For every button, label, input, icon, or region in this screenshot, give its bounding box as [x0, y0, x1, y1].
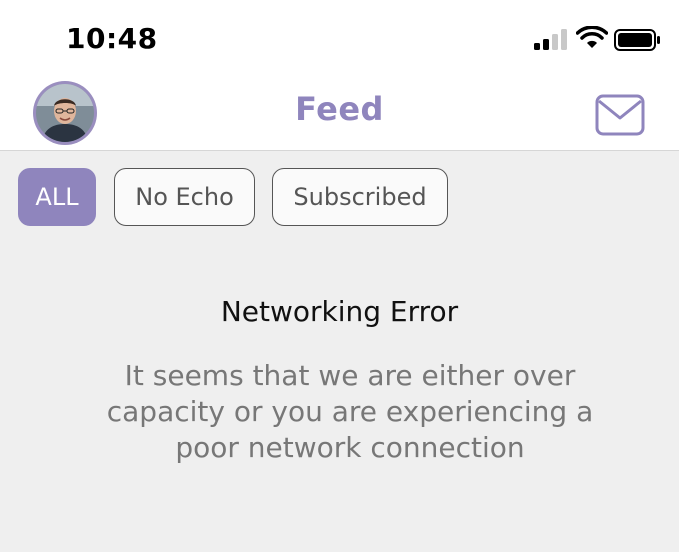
- error-message: It seems that we are either over capacit…: [106, 359, 594, 464]
- cellular-signal-icon: [534, 29, 567, 50]
- top-bar: 10:48 Feed: [0, 0, 679, 151]
- status-time: 10:48: [66, 22, 158, 55]
- mail-icon[interactable]: [594, 93, 646, 137]
- battery-icon: [614, 29, 660, 51]
- filter-chip-no-echo[interactable]: No Echo: [114, 168, 255, 226]
- page-title: Feed: [295, 90, 384, 128]
- filter-chip-all[interactable]: ALL: [18, 168, 96, 226]
- error-title: Networking Error: [220, 295, 459, 328]
- wifi-icon: [576, 26, 608, 48]
- filter-chip-subscribed[interactable]: Subscribed: [272, 168, 448, 226]
